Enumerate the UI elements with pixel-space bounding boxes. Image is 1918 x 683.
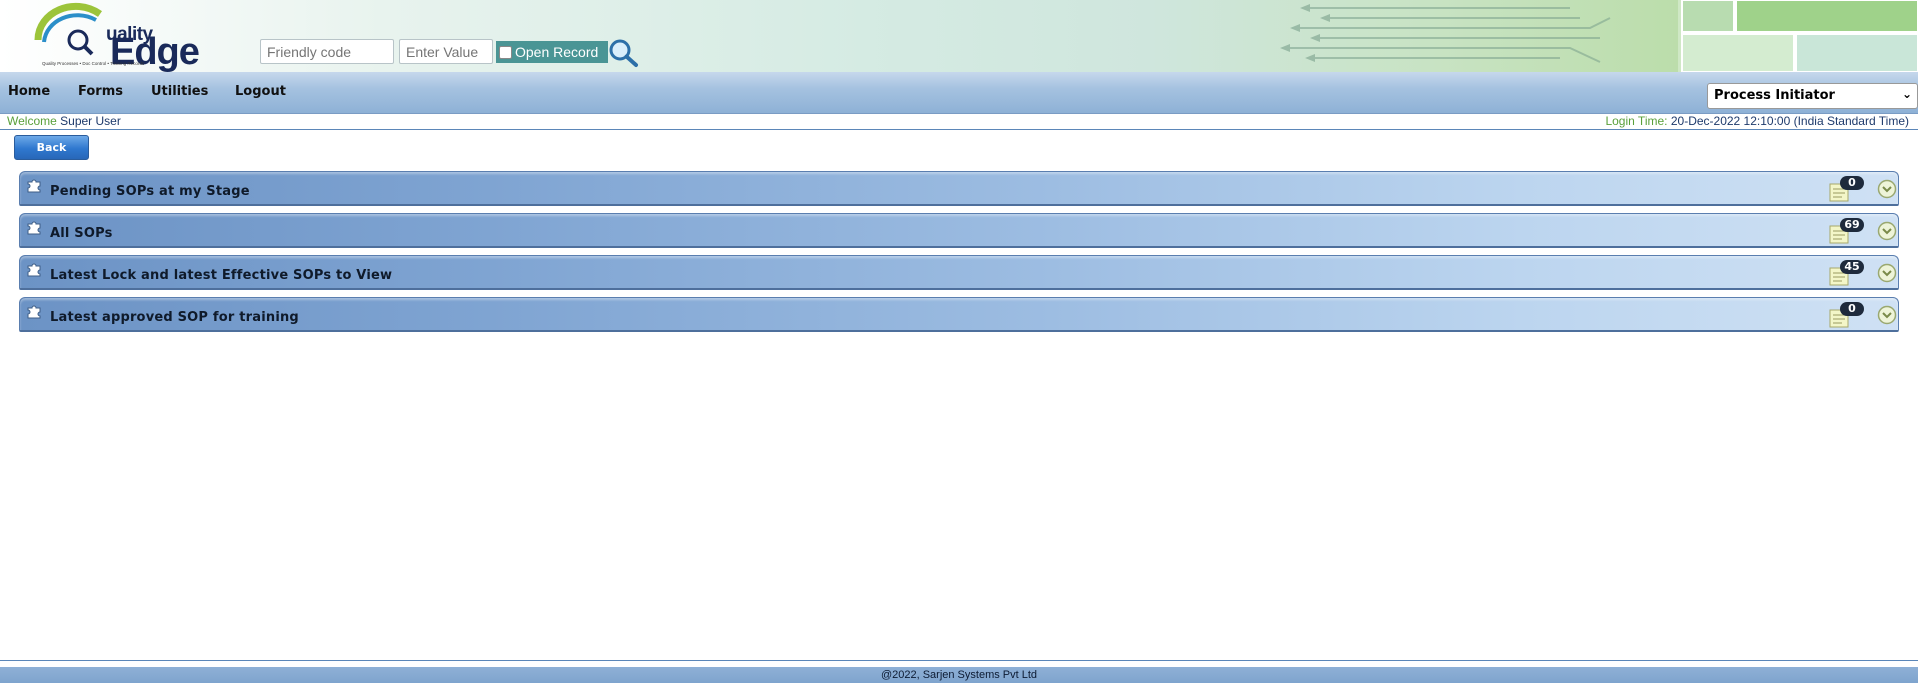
- puzzle-icon: [27, 221, 41, 235]
- role-select-value: Process Initiator: [1714, 88, 1835, 103]
- puzzle-icon: [27, 263, 41, 277]
- nav-item-logout[interactable]: Logout: [235, 84, 286, 99]
- welcome-label: Welcome: [7, 114, 57, 128]
- panel-count-badge: 69: [1840, 218, 1864, 232]
- login-time-value: 20-Dec-2022 12:10:00 (India Standard Tim…: [1670, 114, 1909, 128]
- puzzle-icon: [27, 305, 41, 319]
- panel-title: Pending SOPs at my Stage: [50, 184, 250, 199]
- expand-down-icon[interactable]: [1877, 263, 1897, 283]
- login-time-label: Login Time:: [1605, 114, 1668, 128]
- chevron-down-icon: ⌄: [1901, 87, 1912, 101]
- panel-pending-sops[interactable]: Pending SOPs at my Stage 0: [19, 171, 1899, 206]
- panel-count-badge: 0: [1840, 302, 1864, 316]
- panel-title: All SOPs: [50, 226, 113, 241]
- footer: @2022, Sarjen Systems Pvt Ltd: [0, 660, 1918, 683]
- nav-item-utilities[interactable]: Utilities: [151, 84, 208, 99]
- role-select[interactable]: Process Initiator ⌄: [1707, 83, 1918, 109]
- expand-down-icon[interactable]: [1877, 305, 1897, 325]
- session-bar: Welcome Super User Login Time: 20-Dec-20…: [0, 114, 1918, 130]
- welcome-text: Welcome Super User: [7, 114, 121, 128]
- user-name: Super User: [60, 114, 121, 128]
- nav-item-home[interactable]: Home: [8, 84, 50, 99]
- logo-tagline: Quality Processes • Doc Control • Traini…: [42, 61, 145, 66]
- main-nav-bar: Home Forms Utilities Logout: [0, 72, 1918, 114]
- panel-count-badge: 45: [1840, 260, 1864, 274]
- puzzle-icon: [27, 179, 41, 193]
- back-button[interactable]: Back: [14, 135, 89, 160]
- expand-down-icon[interactable]: [1877, 221, 1897, 241]
- nav-item-forms[interactable]: Forms: [78, 84, 123, 99]
- panel-latest-approved-sop-training[interactable]: Latest approved SOP for training 0: [19, 297, 1899, 332]
- panel-title: Latest approved SOP for training: [50, 310, 299, 325]
- open-record-label: Open Record: [515, 44, 599, 60]
- panel-title: Latest Lock and latest Effective SOPs to…: [50, 268, 393, 283]
- circuit-arrows-decoration: [1280, 4, 1611, 63]
- footer-copyright: @2022, Sarjen Systems Pvt Ltd: [0, 667, 1918, 683]
- panel-all-sops[interactable]: All SOPs 69: [19, 213, 1899, 248]
- panel-latest-lock-effective-sops[interactable]: Latest Lock and latest Effective SOPs to…: [19, 255, 1899, 290]
- quality-edge-logo: uality Edge Quality Processes • Doc Cont…: [34, 0, 214, 72]
- open-record-toggle[interactable]: Open Record: [496, 41, 608, 63]
- panel-count-badge: 0: [1840, 176, 1864, 190]
- search-icon[interactable]: [608, 38, 640, 68]
- open-record-checkbox[interactable]: [499, 45, 512, 59]
- friendly-code-input[interactable]: [260, 39, 394, 64]
- login-time-text: Login Time: 20-Dec-2022 12:10:00 (India …: [1605, 114, 1909, 128]
- banner-tiles-decoration: [1678, 0, 1918, 72]
- enter-value-input[interactable]: [399, 39, 493, 64]
- header-banner: uality Edge Quality Processes • Doc Cont…: [0, 0, 1918, 72]
- expand-down-icon[interactable]: [1877, 179, 1897, 199]
